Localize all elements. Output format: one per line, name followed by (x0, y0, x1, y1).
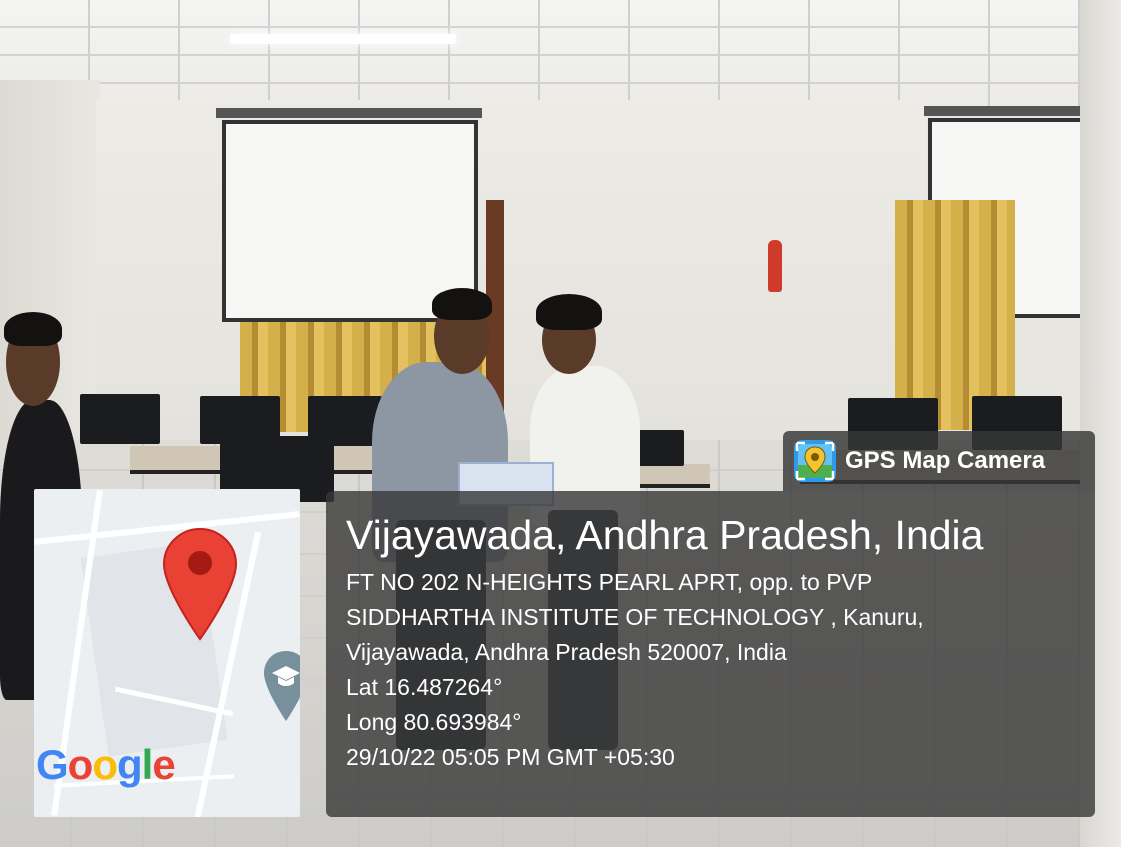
address-line: SIDDHARTHA INSTITUTE OF TECHNOLOGY , Kan… (346, 604, 924, 630)
timestamp: 29/10/22 05:05 PM GMT +05:30 (346, 744, 675, 770)
ceiling (0, 0, 1121, 110)
person-left-hair (4, 312, 62, 346)
school-poi-icon (264, 651, 300, 721)
projector-roller-right (924, 106, 1094, 116)
app-badge: GPS Map Camera (783, 431, 1095, 491)
projector-roller (216, 108, 482, 118)
person-center-left-hair (432, 288, 492, 320)
longitude: Long 80.693984° (346, 709, 522, 735)
google-logo: Google (36, 741, 176, 788)
fire-extinguisher (768, 240, 782, 292)
desk (630, 464, 710, 488)
location-city: Vijayawada, Andhra Pradesh, India (346, 512, 984, 558)
latitude: Lat 16.487264° (346, 674, 503, 700)
gps-map-camera-app-icon (793, 439, 837, 483)
computer-monitor (80, 394, 160, 444)
ceiling-light (230, 34, 456, 44)
map-thumbnail: Google (34, 489, 300, 817)
address-line: FT NO 202 N-HEIGHTS PEARL APRT, opp. to … (346, 569, 873, 595)
back-wall (96, 100, 926, 440)
person-center-right-hair (536, 294, 602, 330)
projection-screen-left (222, 120, 478, 322)
app-title: GPS Map Camera (845, 447, 1046, 474)
address-line: Vijayawada, Andhra Pradesh 520007, India (346, 639, 787, 665)
map-pin-icon (162, 527, 238, 641)
location-info-panel: Vijayawada, Andhra Pradesh, India FT NO … (326, 491, 1095, 817)
laptop (636, 430, 684, 466)
